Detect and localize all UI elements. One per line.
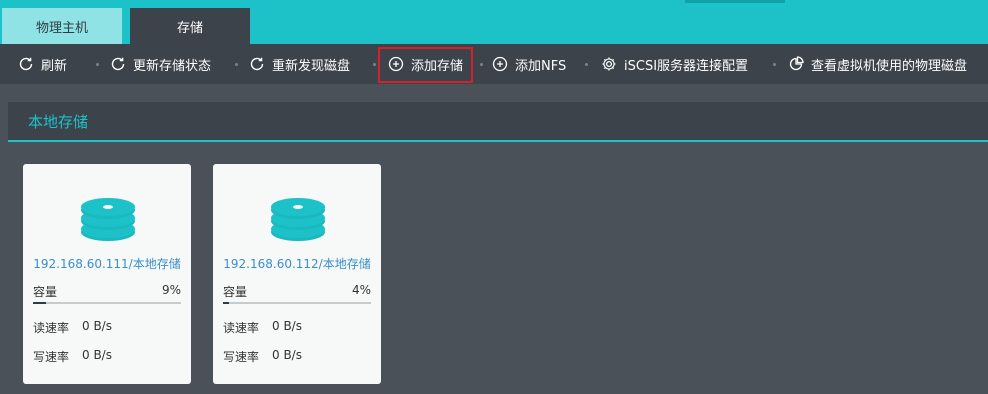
write-rate-label: 写速率 xyxy=(223,350,260,364)
capacity-value: 4% xyxy=(351,283,371,297)
refresh-button[interactable]: 刷新 xyxy=(18,44,67,84)
capacity-label: 容量 xyxy=(223,285,248,299)
local-storage-panel-header: 本地存储 xyxy=(8,102,988,142)
gear-icon xyxy=(601,56,617,72)
tab-physical-host[interactable]: 物理主机 xyxy=(2,8,122,44)
add-nfs-label: 添加NFS xyxy=(515,58,567,74)
write-rate-value: 0 B/s xyxy=(82,348,112,362)
capacity-label: 容量 xyxy=(33,285,58,299)
read-rate-value: 0 B/s xyxy=(272,319,302,333)
plus-circle-icon xyxy=(492,56,508,72)
read-rate-label: 读速率 xyxy=(223,321,260,335)
view-vm-physical-disk-label: 查看虚拟机使用的物理磁盘 xyxy=(811,58,968,74)
update-storage-status-button[interactable]: 更新存储状态 xyxy=(110,44,211,84)
refresh-icon xyxy=(18,56,34,72)
capacity-bar xyxy=(33,302,181,304)
toolbar-separator xyxy=(585,63,588,66)
add-storage-highlight-box xyxy=(378,47,473,83)
write-rate-value: 0 B/s xyxy=(272,348,302,362)
update-storage-status-label: 更新存储状态 xyxy=(133,58,212,74)
iscsi-config-button[interactable]: iSCSI服务器连接配置 xyxy=(601,44,748,84)
refresh-label: 刷新 xyxy=(41,58,68,74)
toolbar-separator xyxy=(373,63,376,66)
toolbar-separator xyxy=(773,63,776,66)
tab-storage[interactable]: 存储 xyxy=(130,8,250,44)
panel-title: 本地存储 xyxy=(28,112,89,131)
read-rate-label: 读速率 xyxy=(33,321,70,335)
refresh-icon xyxy=(249,56,265,72)
top-tab-bar: 物理主机 存储 xyxy=(0,0,988,44)
toolbar-separator xyxy=(235,63,238,66)
storage-card[interactable]: 192.168.60.112/本地存储 容量 4% 读速率 0 B/s 写速率 … xyxy=(213,164,381,384)
toolbar: 刷新 更新存储状态 重新发现磁盘 添加存储 添加NFS iSCSI服务器连接配置 xyxy=(0,44,988,84)
storage-title-link[interactable]: 192.168.60.111/本地存储 xyxy=(23,255,191,272)
add-nfs-button[interactable]: 添加NFS xyxy=(492,44,566,84)
toolbar-separator xyxy=(480,63,483,66)
rediscover-disk-button[interactable]: 重新发现磁盘 xyxy=(249,44,350,84)
capacity-bar-fill xyxy=(33,302,47,304)
rediscover-disk-label: 重新发现磁盘 xyxy=(272,58,351,74)
disk-stack-icon xyxy=(81,198,135,241)
storage-title-link[interactable]: 192.168.60.112/本地存储 xyxy=(213,255,381,272)
iscsi-config-label: iSCSI服务器连接配置 xyxy=(624,58,749,74)
read-rate-value: 0 B/s xyxy=(82,319,112,333)
view-vm-physical-disk-button[interactable]: 查看虚拟机使用的物理磁盘 xyxy=(788,44,967,84)
pie-chart-icon xyxy=(788,56,804,72)
tab-bar-accent-strip xyxy=(685,0,785,3)
capacity-bar xyxy=(223,302,371,304)
storage-card[interactable]: 192.168.60.111/本地存储 容量 9% 读速率 0 B/s 写速率 … xyxy=(23,164,191,384)
toolbar-separator xyxy=(96,63,99,66)
refresh-icon xyxy=(110,56,126,72)
disk-stack-icon xyxy=(271,198,325,241)
write-rate-label: 写速率 xyxy=(33,350,70,364)
capacity-bar-fill xyxy=(223,302,229,304)
capacity-value: 9% xyxy=(161,283,181,297)
